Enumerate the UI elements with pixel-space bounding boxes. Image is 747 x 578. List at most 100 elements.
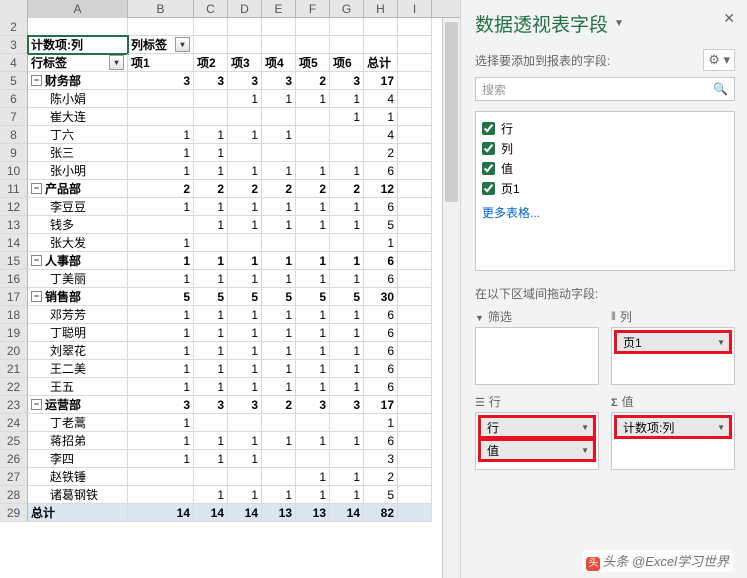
value-cell[interactable]: 1 xyxy=(128,324,194,342)
row-label[interactable]: 崔大连 xyxy=(28,108,128,126)
row-label[interactable]: 丁六 xyxy=(28,126,128,144)
row-header-27[interactable]: 27 xyxy=(0,468,28,486)
value-cell[interactable]: 5 xyxy=(296,288,330,306)
value-cell[interactable]: 1 xyxy=(296,270,330,288)
field-item-页1[interactable]: 页1 xyxy=(482,178,728,198)
value-cell[interactable]: 6 xyxy=(364,324,398,342)
row-header-8[interactable]: 8 xyxy=(0,126,28,144)
value-cell[interactable]: 1 xyxy=(296,306,330,324)
value-cell[interactable]: 1 xyxy=(194,306,228,324)
chevron-down-icon[interactable]: ▼ xyxy=(717,338,725,347)
field-checkbox[interactable] xyxy=(482,182,495,195)
value-cell[interactable]: 2 xyxy=(262,180,296,198)
value-cell[interactable]: 17 xyxy=(364,72,398,90)
gear-icon[interactable]: ⚙ ▾ xyxy=(703,49,735,71)
value-cell[interactable]: 1 xyxy=(330,306,364,324)
value-cell[interactable] xyxy=(296,144,330,162)
row-label[interactable]: 李豆豆 xyxy=(28,198,128,216)
row-header-15[interactable]: 15 xyxy=(0,252,28,270)
row-label[interactable]: 赵铁锤 xyxy=(28,468,128,486)
cell[interactable] xyxy=(364,18,398,36)
value-cell[interactable] xyxy=(330,414,364,432)
value-cell[interactable]: 1 xyxy=(194,450,228,468)
value-cell[interactable]: 4 xyxy=(364,90,398,108)
value-cell[interactable]: 1 xyxy=(262,90,296,108)
value-cell[interactable] xyxy=(228,234,262,252)
value-cell[interactable]: 1 xyxy=(228,198,262,216)
value-cell[interactable]: 5 xyxy=(228,288,262,306)
row-label[interactable]: 丁美丽 xyxy=(28,270,128,288)
grand-total-value[interactable]: 14 xyxy=(194,504,228,522)
value-cell[interactable]: 3 xyxy=(364,450,398,468)
cell[interactable] xyxy=(398,54,432,72)
value-cell[interactable]: 1 xyxy=(296,468,330,486)
field-item-值[interactable]: 值 xyxy=(482,158,728,178)
value-cell[interactable]: 1 xyxy=(296,342,330,360)
cell[interactable] xyxy=(296,18,330,36)
value-cell[interactable]: 3 xyxy=(262,72,296,90)
value-cell[interactable]: 1 xyxy=(262,306,296,324)
cell[interactable] xyxy=(398,432,432,450)
cell[interactable] xyxy=(398,126,432,144)
value-cell[interactable]: 1 xyxy=(194,360,228,378)
cell[interactable] xyxy=(398,72,432,90)
grand-total-value[interactable]: 14 xyxy=(330,504,364,522)
row-header-10[interactable]: 10 xyxy=(0,162,28,180)
value-cell[interactable]: 1 xyxy=(194,216,228,234)
row-label[interactable]: −销售部 xyxy=(28,288,128,306)
value-cell[interactable]: 6 xyxy=(364,378,398,396)
col-labels-dropdown[interactable]: ▾ xyxy=(175,37,190,52)
value-cell[interactable]: 1 xyxy=(262,486,296,504)
value-cell[interactable]: 2 xyxy=(364,144,398,162)
value-cell[interactable]: 6 xyxy=(364,198,398,216)
value-cell[interactable]: 1 xyxy=(296,378,330,396)
value-cell[interactable]: 1 xyxy=(228,126,262,144)
value-cell[interactable]: 1 xyxy=(128,342,194,360)
cell[interactable] xyxy=(194,18,228,36)
value-cell[interactable]: 2 xyxy=(330,180,364,198)
cell[interactable] xyxy=(398,18,432,36)
value-cell[interactable]: 1 xyxy=(330,324,364,342)
value-cell[interactable]: 1 xyxy=(330,252,364,270)
row-label[interactable]: 邓芳芳 xyxy=(28,306,128,324)
row-label[interactable]: 丁老蒿 xyxy=(28,414,128,432)
collapse-icon[interactable]: − xyxy=(31,255,42,266)
cell[interactable] xyxy=(398,270,432,288)
cell[interactable] xyxy=(398,198,432,216)
row-header-9[interactable]: 9 xyxy=(0,144,28,162)
area-filter-body[interactable] xyxy=(475,327,599,385)
value-cell[interactable]: 1 xyxy=(330,378,364,396)
field-checkbox[interactable] xyxy=(482,162,495,175)
value-cell[interactable]: 1 xyxy=(128,360,194,378)
column-header-F[interactable]: F xyxy=(296,0,330,18)
grand-total-value[interactable]: 14 xyxy=(228,504,262,522)
value-cell[interactable]: 1 xyxy=(228,252,262,270)
value-cell[interactable]: 1 xyxy=(262,198,296,216)
collapse-icon[interactable]: − xyxy=(31,75,42,86)
value-cell[interactable]: 1 xyxy=(330,486,364,504)
value-cell[interactable]: 1 xyxy=(228,270,262,288)
pill-页1[interactable]: 页1▼ xyxy=(616,332,730,352)
value-cell[interactable]: 1 xyxy=(194,486,228,504)
value-cell[interactable]: 1 xyxy=(228,432,262,450)
value-cell[interactable] xyxy=(228,144,262,162)
row-labels-cell[interactable]: 行标签▾ xyxy=(28,54,128,72)
cell[interactable] xyxy=(330,18,364,36)
col-header-项5[interactable]: 项5 xyxy=(296,54,330,72)
cell[interactable] xyxy=(228,36,262,54)
value-cell[interactable] xyxy=(296,234,330,252)
value-cell[interactable]: 1 xyxy=(262,270,296,288)
value-cell[interactable]: 1 xyxy=(194,324,228,342)
value-cell[interactable] xyxy=(194,90,228,108)
value-cell[interactable]: 1 xyxy=(194,252,228,270)
row-label[interactable]: 张大发 xyxy=(28,234,128,252)
vertical-scrollbar[interactable] xyxy=(442,18,460,578)
value-cell[interactable]: 1 xyxy=(262,216,296,234)
value-cell[interactable]: 1 xyxy=(194,378,228,396)
value-cell[interactable]: 1 xyxy=(228,450,262,468)
row-header-24[interactable]: 24 xyxy=(0,414,28,432)
measure-label[interactable]: 计数项:列 xyxy=(28,36,128,54)
value-cell[interactable]: 1 xyxy=(194,342,228,360)
value-cell[interactable]: 1 xyxy=(128,144,194,162)
value-cell[interactable] xyxy=(296,126,330,144)
